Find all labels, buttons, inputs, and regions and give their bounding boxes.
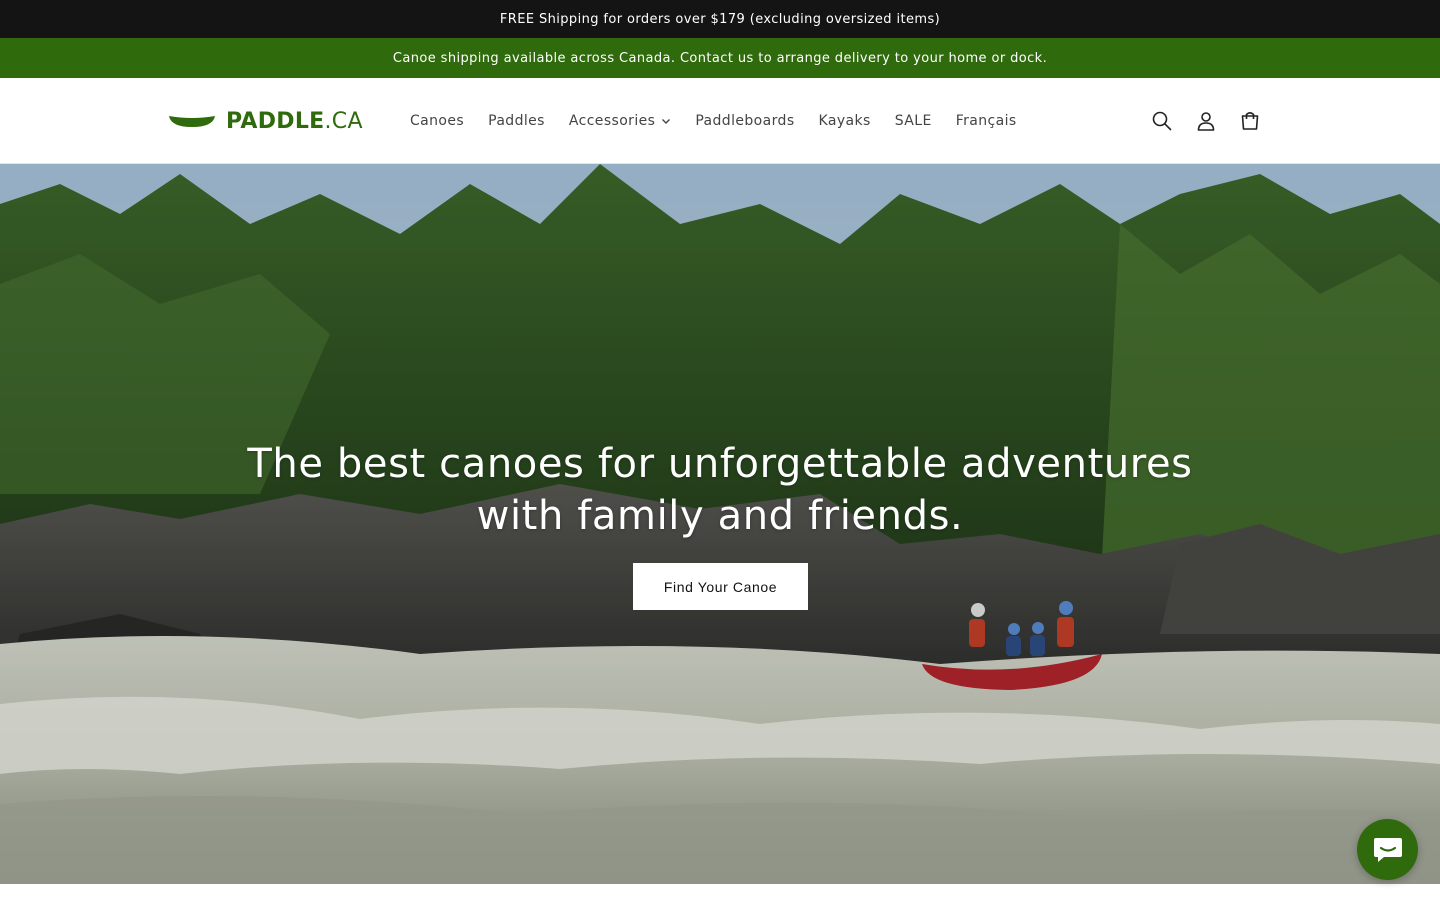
site-header: PADDLE.CA Canoes Paddles Accessories Pad… xyxy=(0,78,1440,164)
nav-item-kayaks[interactable]: Kayaks xyxy=(807,113,883,129)
account-button[interactable] xyxy=(1184,99,1228,143)
nav-item-label: SALE xyxy=(894,113,932,129)
nav-item-paddles[interactable]: Paddles xyxy=(476,113,557,129)
main-nav: Canoes Paddles Accessories Paddleboards … xyxy=(398,78,1029,164)
logo-name: PADDLE xyxy=(226,108,325,134)
chevron-down-icon xyxy=(662,119,671,124)
search-button[interactable] xyxy=(1140,99,1184,143)
nav-item-label: Canoes xyxy=(410,113,465,129)
account-icon xyxy=(1197,112,1215,131)
cart-icon xyxy=(1241,111,1259,130)
nav-item-label: Paddleboards xyxy=(695,113,795,129)
logo[interactable]: PADDLE.CA xyxy=(168,106,372,136)
nav-item-francais[interactable]: Français xyxy=(944,113,1029,129)
announcement-bar-canada: Canoe shipping available across Canada. … xyxy=(0,38,1440,78)
nav-item-label: Kayaks xyxy=(818,113,871,129)
nav-item-accessories[interactable]: Accessories xyxy=(557,113,683,129)
nav-item-paddleboards[interactable]: Paddleboards xyxy=(683,113,806,129)
nav-item-label: Français xyxy=(955,113,1017,129)
logo-text: PADDLE.CA xyxy=(226,109,363,134)
nav-item-canoes[interactable]: Canoes xyxy=(398,113,476,129)
chat-button[interactable] xyxy=(1357,819,1418,880)
search-icon xyxy=(1152,111,1172,131)
announcement-text: Canoe shipping available across Canada. … xyxy=(392,50,1048,66)
hero-banner: The best canoes for unforgettable advent… xyxy=(0,164,1440,884)
announcement-text: FREE Shipping for orders over $179 (excl… xyxy=(499,11,941,27)
announcement-bar-shipping: FREE Shipping for orders over $179 (excl… xyxy=(0,0,1440,38)
nav-item-label: Accessories xyxy=(568,113,656,129)
hero-title: The best canoes for unforgettable advent… xyxy=(247,441,1193,539)
chat-icon xyxy=(1373,837,1402,862)
logo-suffix: .CA xyxy=(324,108,363,134)
header-icons xyxy=(1140,78,1272,164)
find-your-canoe-button[interactable]: Find Your Canoe xyxy=(633,563,808,610)
cart-button[interactable] xyxy=(1228,99,1272,143)
nav-item-sale[interactable]: SALE xyxy=(883,113,944,129)
nav-item-label: Paddles xyxy=(488,113,545,129)
canoe-logo-icon xyxy=(169,116,215,127)
